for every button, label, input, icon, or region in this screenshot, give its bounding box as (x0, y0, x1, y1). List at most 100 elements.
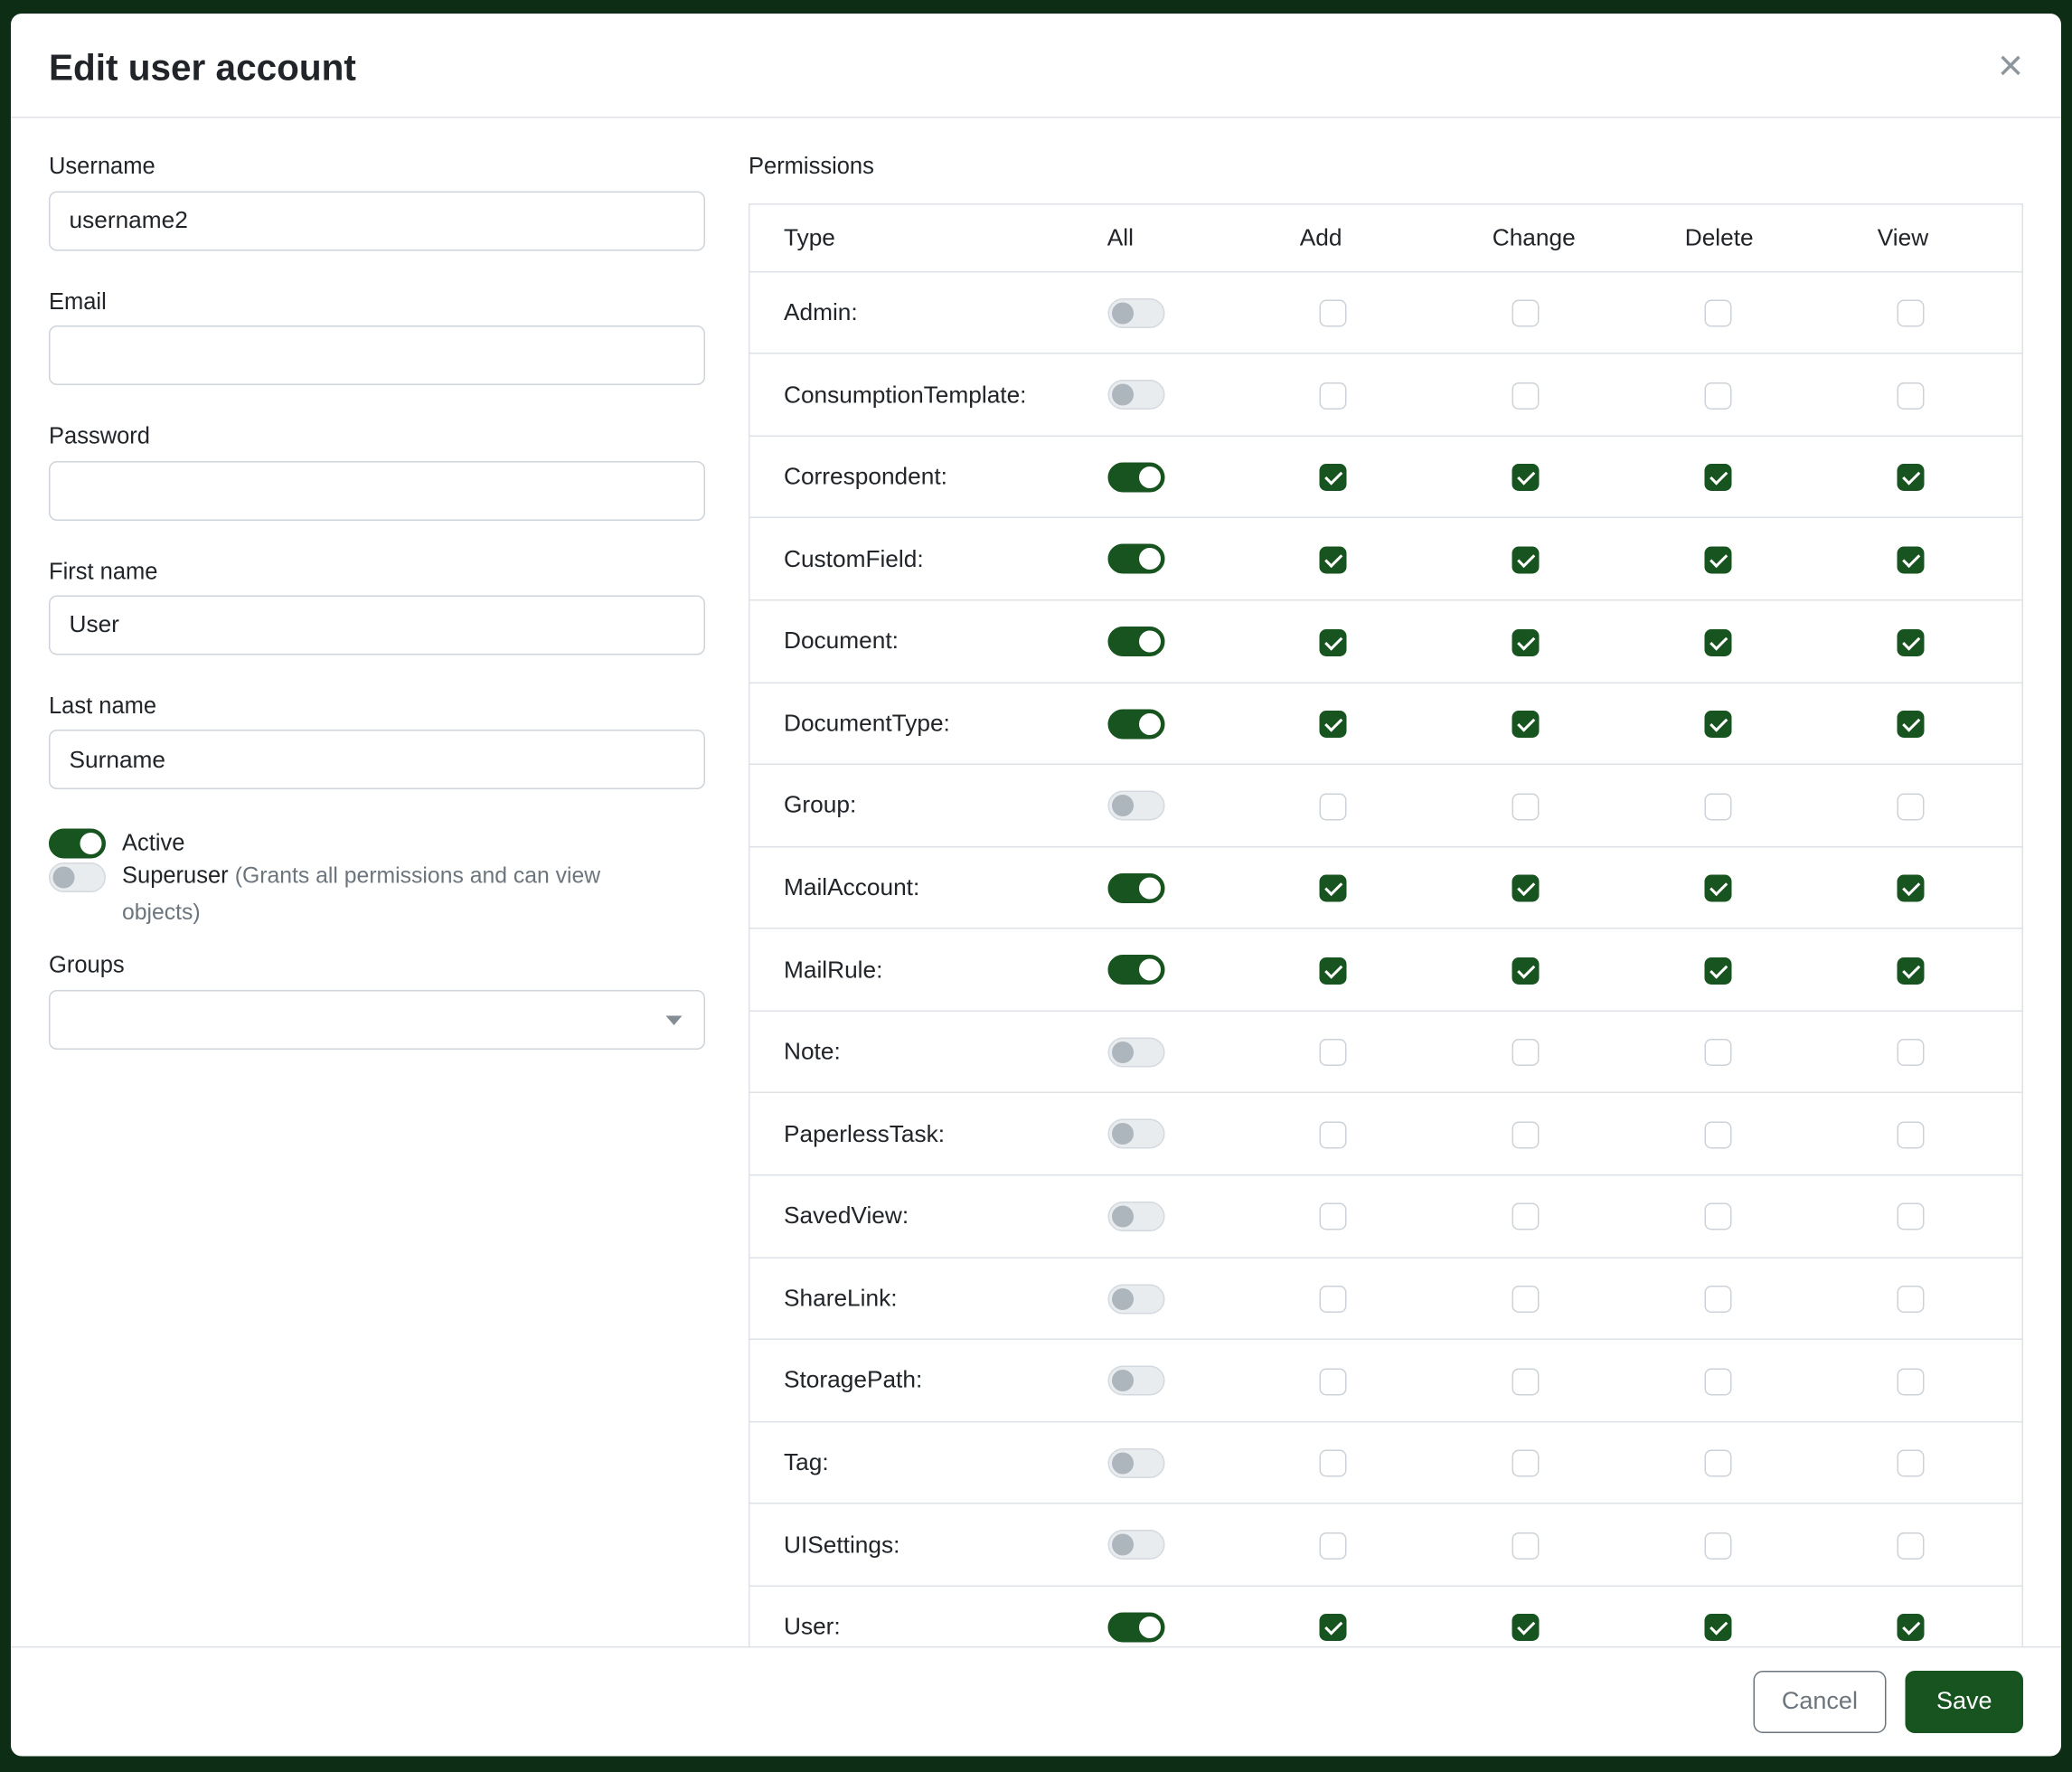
delete-checkbox[interactable] (1704, 875, 1731, 902)
add-checkbox[interactable] (1319, 1368, 1346, 1395)
all-toggle[interactable] (1107, 380, 1164, 410)
add-checkbox[interactable] (1319, 1614, 1346, 1641)
add-checkbox[interactable] (1319, 711, 1346, 738)
superuser-toggle[interactable] (49, 863, 106, 893)
all-toggle[interactable] (1107, 955, 1164, 985)
view-checkbox[interactable] (1897, 875, 1924, 902)
view-checkbox[interactable] (1897, 382, 1924, 410)
all-toggle[interactable] (1107, 298, 1164, 328)
change-checkbox[interactable] (1512, 711, 1539, 738)
add-checkbox[interactable] (1319, 628, 1346, 655)
change-checkbox[interactable] (1512, 1614, 1539, 1641)
toggle-knob (1111, 1042, 1133, 1063)
view-checkbox[interactable] (1897, 957, 1924, 985)
all-toggle[interactable] (1107, 462, 1164, 492)
delete-checkbox[interactable] (1704, 1532, 1731, 1560)
change-checkbox[interactable] (1512, 465, 1539, 492)
all-toggle[interactable] (1107, 873, 1164, 903)
add-checkbox[interactable] (1319, 382, 1346, 410)
view-checkbox[interactable] (1897, 465, 1924, 492)
all-toggle[interactable] (1107, 1119, 1164, 1149)
view-checkbox[interactable] (1897, 1368, 1924, 1395)
col-header-delete: Delete (1669, 203, 1861, 271)
view-checkbox[interactable] (1897, 546, 1924, 573)
all-toggle[interactable] (1107, 1284, 1164, 1314)
delete-checkbox[interactable] (1704, 465, 1731, 492)
username-input[interactable] (49, 191, 705, 250)
add-checkbox[interactable] (1319, 300, 1346, 327)
add-checkbox[interactable] (1319, 1039, 1346, 1066)
delete-checkbox[interactable] (1704, 711, 1731, 738)
close-icon[interactable]: × (1998, 46, 2023, 84)
change-checkbox[interactable] (1512, 957, 1539, 985)
delete-checkbox[interactable] (1704, 1121, 1731, 1148)
view-checkbox[interactable] (1897, 1039, 1924, 1066)
modal-footer: Cancel Save (11, 1646, 2061, 1756)
change-checkbox[interactable] (1512, 1532, 1539, 1560)
all-toggle[interactable] (1107, 1447, 1164, 1477)
all-toggle[interactable] (1107, 544, 1164, 574)
delete-checkbox[interactable] (1704, 1286, 1731, 1313)
all-toggle[interactable] (1107, 1202, 1164, 1231)
delete-checkbox[interactable] (1704, 793, 1731, 820)
all-toggle[interactable] (1107, 1612, 1164, 1642)
view-checkbox[interactable] (1897, 1450, 1924, 1477)
change-checkbox[interactable] (1512, 875, 1539, 902)
view-checkbox[interactable] (1897, 711, 1924, 738)
add-checkbox[interactable] (1319, 1450, 1346, 1477)
delete-checkbox[interactable] (1704, 957, 1731, 985)
change-checkbox[interactable] (1512, 1039, 1539, 1066)
first-name-input[interactable] (49, 595, 705, 655)
add-checkbox[interactable] (1319, 1286, 1346, 1313)
change-checkbox[interactable] (1512, 382, 1539, 410)
view-checkbox[interactable] (1897, 300, 1924, 327)
cancel-button[interactable]: Cancel (1753, 1671, 1886, 1732)
delete-checkbox[interactable] (1704, 1450, 1731, 1477)
view-checkbox[interactable] (1897, 793, 1924, 820)
all-toggle[interactable] (1107, 1530, 1164, 1560)
add-checkbox[interactable] (1319, 465, 1346, 492)
add-checkbox[interactable] (1319, 793, 1346, 820)
change-checkbox[interactable] (1512, 1286, 1539, 1313)
delete-checkbox[interactable] (1704, 1203, 1731, 1230)
change-checkbox[interactable] (1512, 1450, 1539, 1477)
delete-checkbox[interactable] (1704, 300, 1731, 327)
all-toggle[interactable] (1107, 1366, 1164, 1396)
view-checkbox[interactable] (1897, 1121, 1924, 1148)
save-button[interactable]: Save (1905, 1671, 2023, 1732)
all-toggle[interactable] (1107, 791, 1164, 821)
view-checkbox[interactable] (1897, 628, 1924, 655)
delete-checkbox[interactable] (1704, 1368, 1731, 1395)
add-checkbox[interactable] (1319, 875, 1346, 902)
all-toggle[interactable] (1107, 1037, 1164, 1067)
superuser-label: Superuser (122, 863, 229, 890)
change-checkbox[interactable] (1512, 793, 1539, 820)
password-input[interactable] (49, 460, 705, 520)
all-toggle[interactable] (1107, 709, 1164, 739)
last-name-input[interactable] (49, 730, 705, 790)
change-checkbox[interactable] (1512, 1121, 1539, 1148)
active-toggle[interactable] (49, 829, 106, 859)
delete-checkbox[interactable] (1704, 628, 1731, 655)
add-checkbox[interactable] (1319, 1532, 1346, 1560)
delete-checkbox[interactable] (1704, 1614, 1731, 1641)
view-checkbox[interactable] (1897, 1203, 1924, 1230)
change-checkbox[interactable] (1512, 1203, 1539, 1230)
change-checkbox[interactable] (1512, 546, 1539, 573)
view-checkbox[interactable] (1897, 1286, 1924, 1313)
email-field[interactable] (49, 325, 705, 385)
delete-checkbox[interactable] (1704, 1039, 1731, 1066)
delete-checkbox[interactable] (1704, 382, 1731, 410)
change-checkbox[interactable] (1512, 1368, 1539, 1395)
groups-select[interactable] (49, 990, 705, 1050)
view-checkbox[interactable] (1897, 1532, 1924, 1560)
all-toggle[interactable] (1107, 627, 1164, 656)
change-checkbox[interactable] (1512, 300, 1539, 327)
view-checkbox[interactable] (1897, 1614, 1924, 1641)
add-checkbox[interactable] (1319, 546, 1346, 573)
delete-checkbox[interactable] (1704, 546, 1731, 573)
add-checkbox[interactable] (1319, 1121, 1346, 1148)
change-checkbox[interactable] (1512, 628, 1539, 655)
add-checkbox[interactable] (1319, 1203, 1346, 1230)
add-checkbox[interactable] (1319, 957, 1346, 985)
